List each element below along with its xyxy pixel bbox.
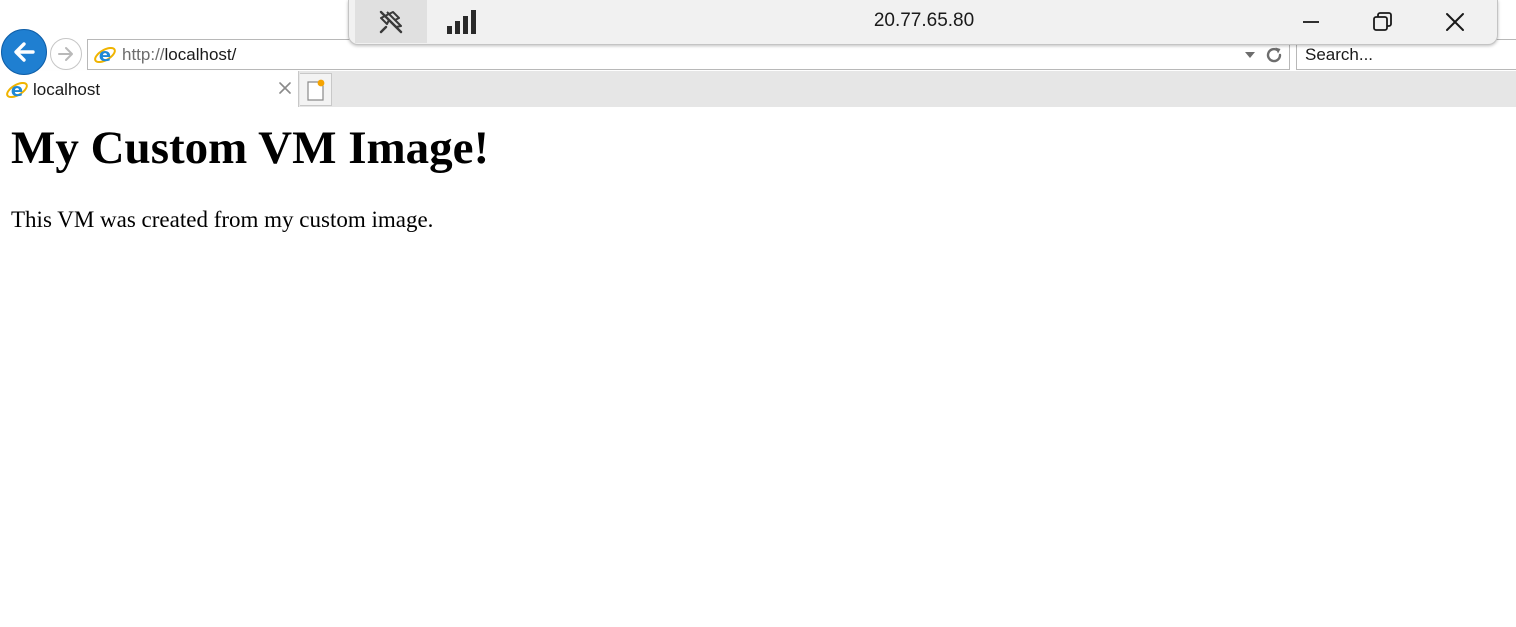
page-heading: My Custom VM Image!: [11, 122, 490, 174]
browser-chrome: e http://localhost/ e localhost: [0, 0, 1516, 107]
forward-button[interactable]: [50, 38, 82, 70]
page-content: My Custom VM Image! This VM was created …: [0, 107, 1516, 627]
back-arrow-icon: [14, 42, 35, 62]
address-url[interactable]: http://localhost/: [122, 45, 236, 65]
close-button[interactable]: [1435, 6, 1475, 38]
ie-page-icon: e: [94, 45, 116, 66]
tab-strip: e localhost: [0, 71, 1516, 107]
new-tab-button[interactable]: [300, 73, 332, 106]
refresh-icon: [1266, 47, 1282, 63]
svg-text:e: e: [11, 80, 23, 101]
svg-text:e: e: [99, 45, 111, 66]
url-scheme: http://: [122, 45, 165, 64]
restore-button[interactable]: [1363, 6, 1403, 38]
ie-page-icon: e: [6, 80, 28, 101]
forward-arrow-icon: [58, 47, 73, 61]
unpin-button[interactable]: [355, 0, 427, 43]
close-icon: [279, 82, 291, 94]
tab-localhost[interactable]: e localhost: [0, 71, 299, 107]
url-host: localhost/: [164, 45, 237, 64]
back-button[interactable]: [1, 29, 47, 75]
tab-label: localhost: [33, 80, 101, 99]
minimize-icon: [1303, 21, 1319, 23]
close-icon: [1446, 13, 1464, 31]
chevron-down-icon: [1245, 52, 1255, 58]
connection-signal-icon[interactable]: [445, 10, 481, 34]
page-paragraph: This VM was created from my custom image…: [11, 207, 434, 232]
refresh-button[interactable]: [1262, 43, 1286, 67]
remote-connection-bar: 20.77.65.80: [348, 0, 1498, 45]
unpin-icon: [379, 10, 403, 33]
restore-icon: [1373, 12, 1392, 31]
address-dropdown-button[interactable]: [1243, 46, 1257, 64]
search-input[interactable]: [1305, 44, 1505, 66]
new-tab-icon: [306, 79, 324, 101]
tab-close-button[interactable]: [276, 79, 294, 97]
minimize-button[interactable]: [1291, 6, 1331, 38]
